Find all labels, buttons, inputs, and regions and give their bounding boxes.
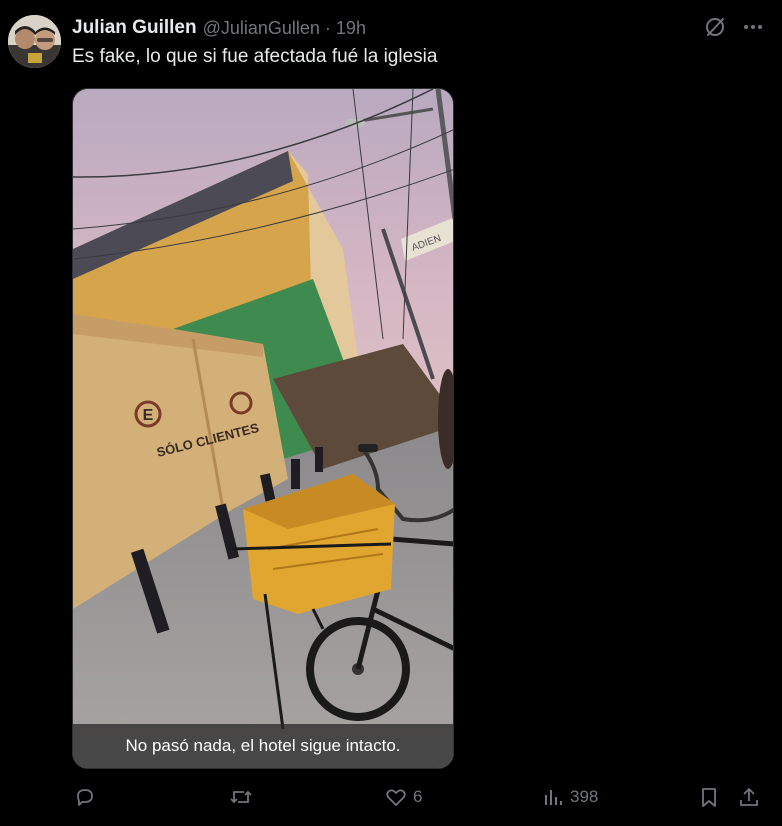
tweet-text: Es fake, lo que si fue afectada fué la i… (72, 46, 438, 67)
media-caption: No pasó nada, el hotel sigue intacto. (125, 736, 401, 755)
tweet-header: Julian Guillen @JulianGullen · 19h (72, 16, 366, 40)
handle[interactable]: @JulianGullen (203, 18, 320, 39)
heart-icon (385, 786, 407, 808)
repost-icon (229, 786, 253, 808)
repost-button[interactable] (229, 786, 253, 808)
views-button[interactable]: 398 (542, 786, 598, 808)
avatar-image (8, 15, 61, 68)
sign-letter: E (143, 407, 154, 424)
reply-button[interactable] (74, 786, 96, 808)
bookmark-button[interactable] (698, 786, 720, 808)
more-horizontal-icon[interactable] (742, 16, 764, 43)
share-button[interactable] (738, 786, 760, 808)
street-photo: E SÓLO CLIENTES ADIEN (73, 89, 453, 768)
views-count: 398 (570, 787, 599, 806)
bookmark-icon (698, 786, 720, 808)
tweet-action-bar: 6 398 (72, 786, 764, 812)
share-icon (738, 786, 760, 808)
like-button[interactable]: 6 (385, 786, 422, 808)
media-caption-bar: No pasó nada, el hotel sigue intacto. (73, 724, 453, 768)
views-bar-chart-icon (542, 786, 564, 808)
avatar[interactable] (8, 15, 61, 68)
tweet[interactable]: Julian Guillen @JulianGullen · 19h Es fa… (0, 0, 782, 826)
separator-dot: · (324, 17, 331, 38)
tweet-media[interactable]: E SÓLO CLIENTES ADIEN No pasó nada, el h… (72, 88, 454, 769)
timestamp[interactable]: 19h (336, 18, 366, 39)
grok-slash-icon[interactable] (704, 16, 726, 43)
like-count: 6 (413, 787, 423, 806)
reply-icon (74, 786, 96, 808)
tweet-top-actions (704, 16, 764, 43)
display-name[interactable]: Julian Guillen (72, 17, 197, 39)
